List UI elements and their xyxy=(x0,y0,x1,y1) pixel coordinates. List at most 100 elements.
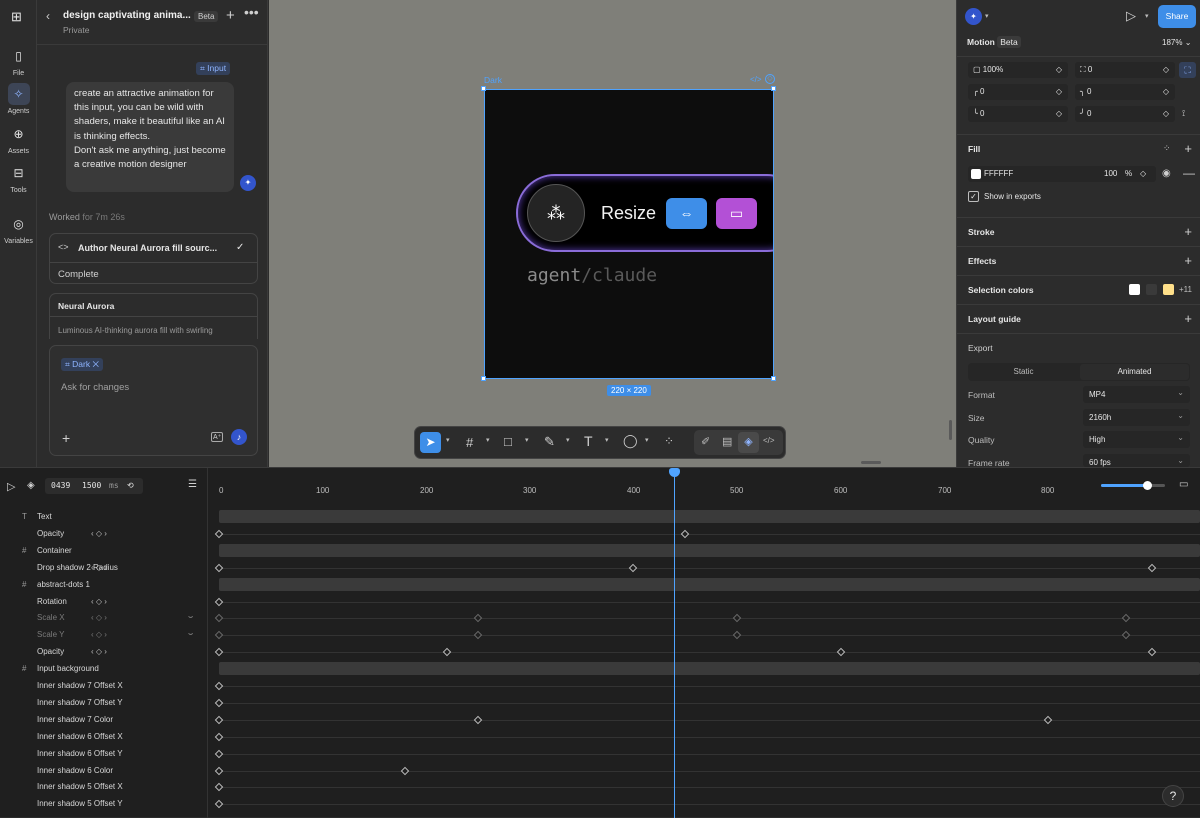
rail-item-agents[interactable]: ✧ Agents xyxy=(0,83,37,115)
keyframe[interactable] xyxy=(1121,631,1131,640)
color-swatch-yellow[interactable] xyxy=(1163,284,1174,295)
opacity-field[interactable]: ▢ 100% ◇ xyxy=(968,62,1068,78)
zoom-level[interactable]: 187% ⌄ xyxy=(1162,38,1191,47)
panel-resize-handle[interactable] xyxy=(861,461,881,464)
mic-icon[interactable]: ♪ xyxy=(231,429,247,445)
track-property-label[interactable]: Scale Y xyxy=(37,630,64,639)
back-chevron-icon[interactable]: ‹ xyxy=(46,10,50,23)
close-icon[interactable]: ✕ xyxy=(92,359,98,369)
framerate-select[interactable]: 60 fps xyxy=(1083,454,1190,467)
playhead[interactable] xyxy=(674,468,675,818)
compose-input[interactable]: Ask for changes xyxy=(61,382,129,393)
keyframe[interactable] xyxy=(214,647,224,657)
resize-handle[interactable] xyxy=(771,376,776,381)
group-track-bar[interactable] xyxy=(219,577,1200,591)
current-time-field[interactable]: 0439 xyxy=(51,478,70,494)
keyframe-nav[interactable]: ‹ ◇ › xyxy=(91,630,107,639)
keyframe[interactable] xyxy=(836,647,846,657)
keyframe[interactable] xyxy=(214,631,224,640)
segment-animated[interactable]: Animated xyxy=(1080,364,1189,380)
user-avatar[interactable]: ✦ xyxy=(965,8,982,25)
keyframe[interactable] xyxy=(1147,647,1157,657)
clip-field[interactable]: ⛶ 0 ◇ xyxy=(1075,62,1175,78)
rectangle-tool-icon[interactable]: □ xyxy=(504,434,512,449)
keyframe[interactable] xyxy=(1043,715,1053,725)
chevron-down-icon[interactable]: ▾ xyxy=(605,436,609,444)
keyframe[interactable] xyxy=(214,529,224,539)
keyframe[interactable] xyxy=(400,766,410,775)
resize-handle[interactable] xyxy=(481,376,486,381)
independent-corners-icon[interactable]: ⟟ xyxy=(1182,108,1185,119)
add-layout-guide-icon[interactable]: + xyxy=(1184,311,1192,326)
add-fill-icon[interactable]: + xyxy=(1184,141,1192,156)
track-property-label[interactable]: Inner shadow 6 Offset Y xyxy=(37,749,123,758)
dev-mode-icon[interactable]: </> xyxy=(763,436,775,445)
keyframe-nav[interactable]: ‹ ◇ › xyxy=(91,529,107,538)
keyframe-nav[interactable]: ‹ ◇ › xyxy=(91,597,107,606)
duration-field[interactable]: 1500 xyxy=(82,478,101,494)
track-property-label[interactable]: Inner shadow 5 Offset Y xyxy=(37,799,123,808)
dark-context-chip[interactable]: ⌗ Dark ✕ xyxy=(61,358,103,371)
radius-tl-field[interactable]: ╭ 0 ◇ xyxy=(968,84,1068,100)
format-select[interactable]: MP4 xyxy=(1083,384,1190,403)
keyframe[interactable] xyxy=(473,614,483,623)
motion-mode-button[interactable]: ◈ xyxy=(738,432,759,453)
remove-fill-icon[interactable]: — xyxy=(1183,166,1195,180)
rail-item-variables[interactable]: ◎ Variables xyxy=(0,213,37,245)
code-view-icon[interactable]: </> xyxy=(750,75,762,84)
play-icon[interactable]: ▷ xyxy=(7,480,15,493)
neural-aurora-card[interactable]: Neural Aurora Luminous AI-thinking auror… xyxy=(49,293,258,339)
keyframe[interactable] xyxy=(214,783,224,792)
track-group-label[interactable]: Text xyxy=(37,512,52,521)
keyframe-nav[interactable]: ‹ ◇ › xyxy=(91,613,107,622)
track-property-label[interactable]: Inner shadow 6 Color xyxy=(37,766,113,775)
move-tool-button[interactable]: ➤ xyxy=(420,432,441,453)
keyframe[interactable] xyxy=(214,681,224,691)
keyframe[interactable] xyxy=(1147,563,1157,572)
share-button[interactable]: Share xyxy=(1158,5,1196,28)
group-track-bar[interactable] xyxy=(219,662,1200,676)
motion-diamond-icon[interactable]: ◇ xyxy=(765,74,775,84)
new-chat-plus-icon[interactable]: + xyxy=(226,8,235,23)
keyframe[interactable] xyxy=(442,647,452,657)
keyframe[interactable] xyxy=(680,529,690,539)
link-icon[interactable]: ⌣ xyxy=(188,612,193,622)
keyframe[interactable] xyxy=(473,631,483,640)
play-icon[interactable]: ▷ xyxy=(1126,8,1136,24)
keyframe[interactable] xyxy=(732,614,742,623)
link-icon[interactable]: ⌣ xyxy=(188,629,193,639)
logo-icon[interactable]: ⊞ xyxy=(11,9,22,25)
playhead-handle[interactable] xyxy=(669,468,680,477)
chevron-down-icon[interactable]: ▾ xyxy=(486,436,490,444)
radius-tr-field[interactable]: ╮ 0 ◇ xyxy=(1075,84,1175,100)
keyframe[interactable] xyxy=(214,563,224,572)
rail-item-assets[interactable]: ⊕ Assets xyxy=(0,123,37,155)
track-property-label[interactable]: Opacity xyxy=(37,647,64,656)
keyframe[interactable] xyxy=(1121,614,1131,623)
track-property-label[interactable]: Scale X xyxy=(37,613,65,622)
attach-plus-icon[interactable]: + xyxy=(62,430,70,446)
chevron-down-icon[interactable]: ▾ xyxy=(566,436,570,444)
resize-horizontal-button[interactable]: ⇔ xyxy=(666,198,707,229)
keyframe[interactable] xyxy=(214,732,224,741)
track-property-label[interactable]: Inner shadow 5 Offset X xyxy=(37,782,123,791)
keyframe[interactable] xyxy=(214,698,224,708)
draw-mode-icon[interactable]: ✐ xyxy=(701,435,710,448)
chevron-down-icon[interactable]: ▾ xyxy=(1145,12,1149,20)
add-stroke-icon[interactable]: + xyxy=(1184,224,1192,239)
keyframe[interactable] xyxy=(473,715,483,725)
show-in-exports-checkbox[interactable]: ✓ xyxy=(968,191,979,202)
group-track-bar[interactable] xyxy=(219,543,1200,557)
track-property-label[interactable]: Inner shadow 7 Offset Y xyxy=(37,698,123,707)
keyframe-nav[interactable]: ‹ ◇ › xyxy=(91,647,107,656)
keyframe-nav[interactable]: ‹ ◇ › xyxy=(91,563,107,572)
track-group-label[interactable]: abstract-dots 1 xyxy=(37,580,90,589)
frame-tool-icon[interactable]: # xyxy=(466,435,473,450)
track-property-label[interactable]: Opacity xyxy=(37,529,64,538)
chevron-down-icon[interactable]: ▾ xyxy=(446,436,450,444)
resize-handle[interactable] xyxy=(481,86,486,91)
design-mode-icon[interactable]: ▤ xyxy=(722,435,732,448)
rail-item-file[interactable]: ▯ File xyxy=(0,45,37,77)
color-swatch-dark[interactable] xyxy=(1146,284,1157,295)
keyframe[interactable] xyxy=(214,715,224,725)
